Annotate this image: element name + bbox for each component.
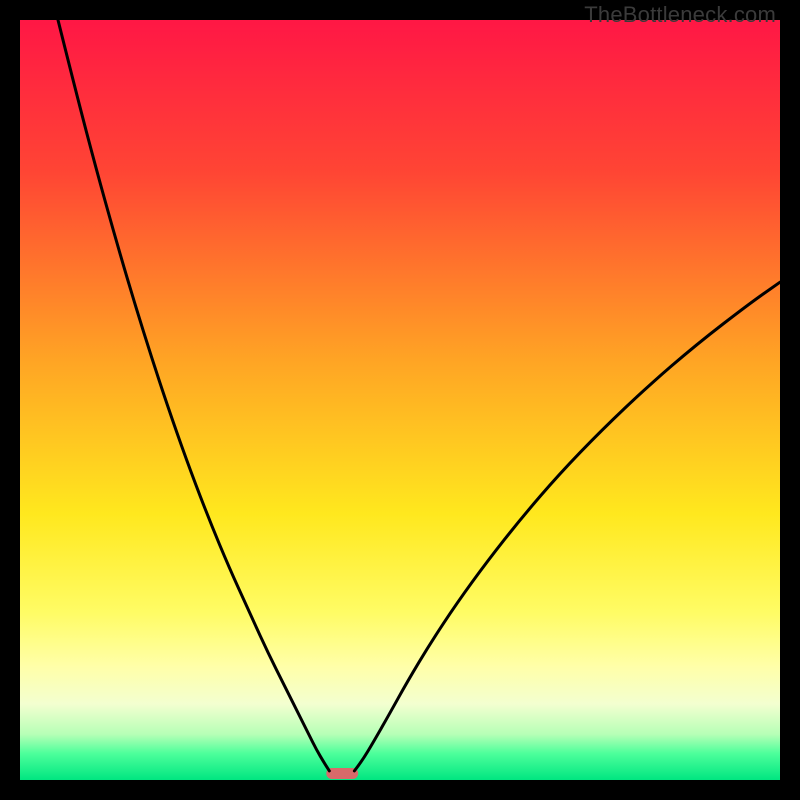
chart-canvas	[20, 20, 780, 780]
watermark-text: TheBottleneck.com	[584, 2, 776, 28]
bottleneck-marker	[326, 768, 358, 779]
chart-frame	[20, 20, 780, 780]
chart-background	[20, 20, 780, 780]
